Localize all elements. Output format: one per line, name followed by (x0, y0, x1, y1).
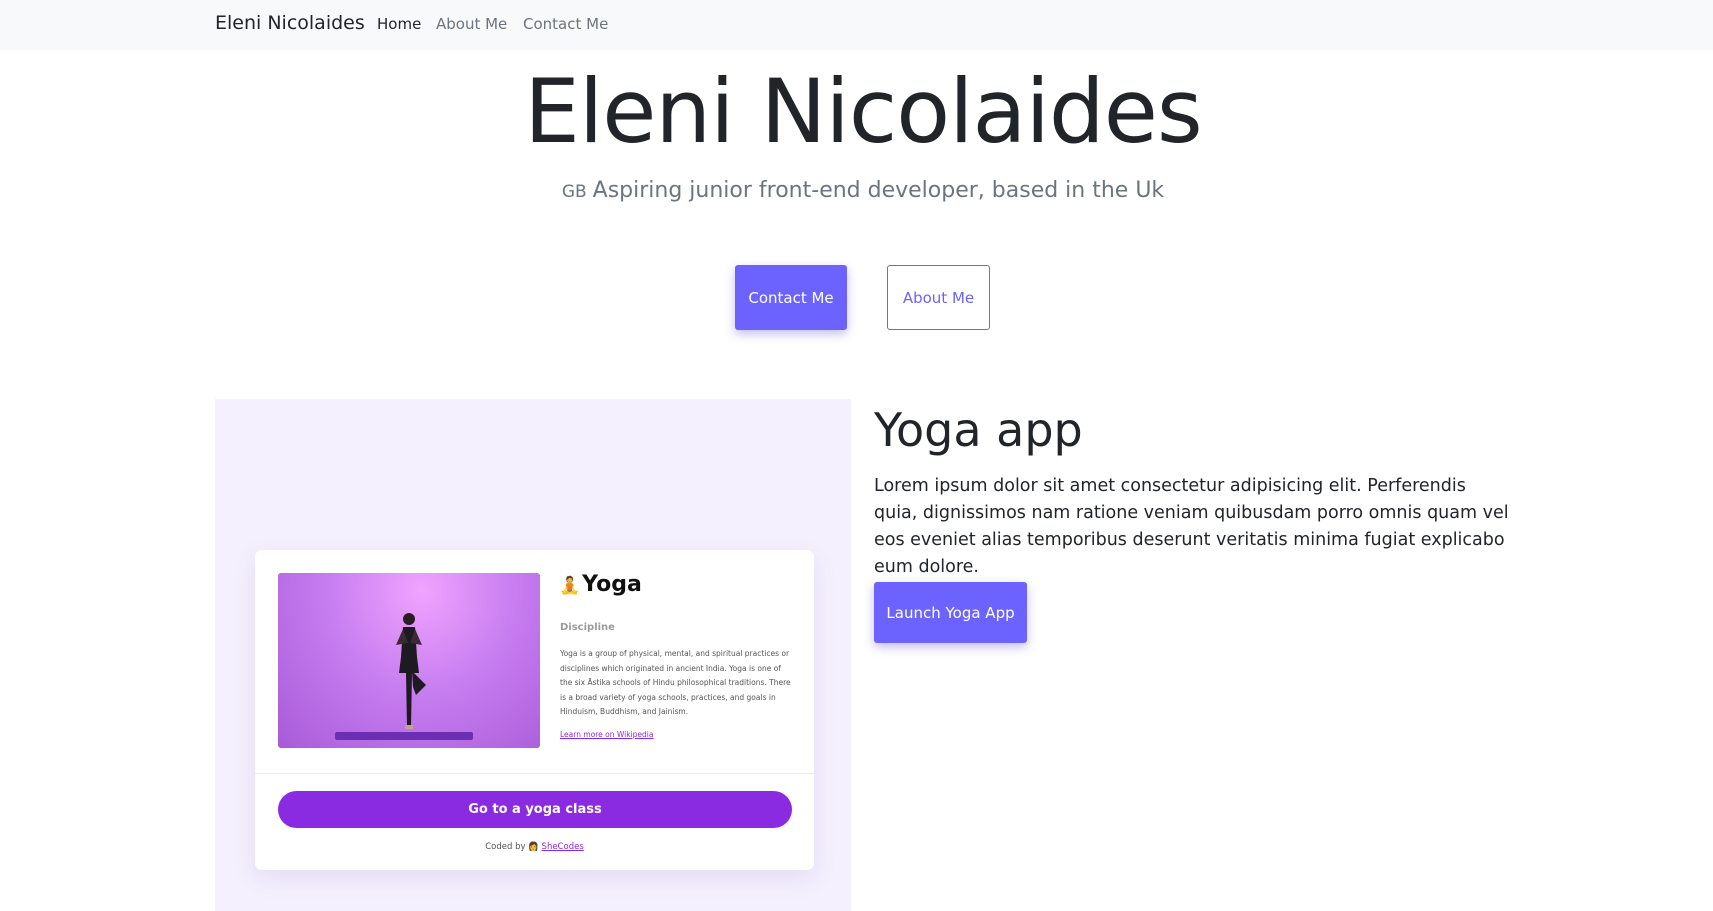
yoga-card-title: 🧘Yoga (559, 572, 642, 597)
nav-link-about[interactable]: About Me (436, 15, 507, 33)
yoga-card: 🧘Yoga Discipline Yoga is a group of phys… (255, 550, 814, 870)
shecodes-link[interactable]: SheCodes (542, 842, 584, 852)
woman-icon: 👩 (528, 842, 539, 852)
project-title: Yoga app (874, 403, 1083, 457)
yoga-app-preview: 🧘Yoga Discipline Yoga is a group of phys… (215, 399, 851, 911)
contact-me-button[interactable]: Contact Me (735, 265, 847, 330)
meditation-icon: 🧘 (559, 576, 581, 596)
launch-yoga-app-button[interactable]: Launch Yoga App (874, 582, 1027, 643)
hero-subtitle-text: Aspiring junior front-end developer, bas… (592, 178, 1165, 203)
yoga-photo (278, 573, 540, 748)
gb-flag-icon: GB (561, 182, 587, 202)
yoga-card-title-text: Yoga (582, 572, 642, 597)
yoga-pose-figure (396, 613, 426, 729)
brand-link[interactable]: Eleni Nicolaides (215, 12, 365, 34)
nav-link-home[interactable]: Home (377, 15, 421, 33)
wikipedia-link[interactable]: Learn more on Wikipedia (560, 730, 653, 739)
coded-by-text: Coded by (485, 842, 526, 852)
nav-link-contact[interactable]: Contact Me (523, 15, 608, 33)
hero-title: Eleni Nicolaides (524, 60, 1203, 163)
about-me-button[interactable]: About Me (887, 265, 990, 330)
yoga-class-button[interactable]: Go to a yoga class (278, 791, 792, 828)
yoga-card-description: Yoga is a group of physical, mental, and… (560, 649, 791, 716)
project-description: Lorem ipsum dolor sit amet consectetur a… (874, 476, 1509, 577)
yoga-discipline-label: Discipline (560, 622, 615, 633)
coded-by-footer: Coded by 👩 SheCodes (255, 842, 814, 852)
yoga-card-divider (255, 773, 814, 774)
hero-subtitle: GB Aspiring junior front-end developer, b… (0, 178, 1713, 203)
navbar: Eleni Nicolaides Home About Me Contact M… (0, 0, 1713, 50)
